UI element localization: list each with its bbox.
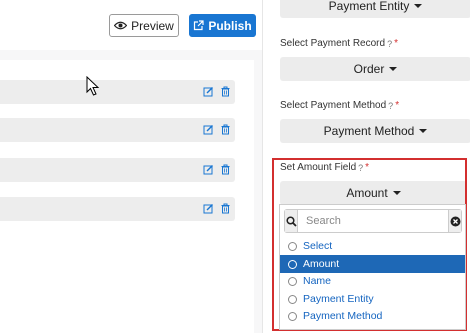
caret-down-icon xyxy=(419,129,428,133)
top-toolbar: Preview Publish xyxy=(0,0,262,50)
publish-label: Publish xyxy=(208,18,252,33)
field-row[interactable] xyxy=(0,80,235,104)
caret-down-icon xyxy=(389,67,398,71)
radio-icon xyxy=(288,276,297,286)
edit-icon[interactable] xyxy=(203,164,214,175)
payment-record-dropdown[interactable]: Order xyxy=(280,57,470,81)
payment-record-value: Order xyxy=(353,62,385,76)
payment-entity-value: Payment Entity xyxy=(328,0,410,13)
payment-record-label: Select Payment Record ? * xyxy=(280,38,398,49)
payment-method-value: Payment Method xyxy=(323,124,415,138)
options-search xyxy=(284,209,462,233)
trash-icon[interactable] xyxy=(220,86,231,97)
trash-icon[interactable] xyxy=(220,124,231,135)
mouse-cursor-icon xyxy=(86,76,100,96)
option-payment-method[interactable]: Payment Method xyxy=(280,307,465,325)
eye-icon xyxy=(114,21,128,30)
option-name[interactable]: Name xyxy=(280,272,465,290)
form-fields-panel xyxy=(0,60,254,333)
search-input[interactable] xyxy=(298,210,448,232)
help-icon[interactable]: ? xyxy=(387,39,392,49)
radio-icon xyxy=(288,294,297,304)
edit-icon[interactable] xyxy=(203,203,214,214)
canvas-area: Preview Publish xyxy=(0,0,262,333)
payment-method-dropdown[interactable]: Payment Method xyxy=(280,119,470,143)
preview-button[interactable]: Preview xyxy=(109,14,179,37)
option-select[interactable]: Select xyxy=(280,237,465,255)
trash-icon[interactable] xyxy=(220,164,231,175)
edit-icon[interactable] xyxy=(203,124,214,135)
radio-icon xyxy=(288,241,297,251)
field-row[interactable] xyxy=(0,197,235,221)
option-payment-entity[interactable]: Payment Entity xyxy=(280,290,465,308)
option-amount[interactable]: Amount xyxy=(280,255,465,273)
external-link-icon xyxy=(194,20,204,31)
trash-icon[interactable] xyxy=(220,203,231,214)
radio-icon xyxy=(288,311,297,321)
radio-icon xyxy=(288,259,297,269)
payment-entity-dropdown[interactable]: Payment Entity xyxy=(280,0,470,18)
publish-button[interactable]: Publish xyxy=(189,14,256,37)
search-icon xyxy=(285,210,298,232)
edit-icon[interactable] xyxy=(203,86,214,97)
amount-options-menu: Select Amount Name Payment Entity Paymen… xyxy=(279,204,466,330)
field-row[interactable] xyxy=(0,118,235,142)
clear-icon[interactable] xyxy=(448,210,461,232)
payment-method-label: Select Payment Method ? * xyxy=(280,100,400,111)
field-row[interactable] xyxy=(0,158,235,182)
preview-label: Preview xyxy=(131,18,174,33)
help-icon[interactable]: ? xyxy=(388,101,393,111)
caret-down-icon xyxy=(414,4,423,8)
